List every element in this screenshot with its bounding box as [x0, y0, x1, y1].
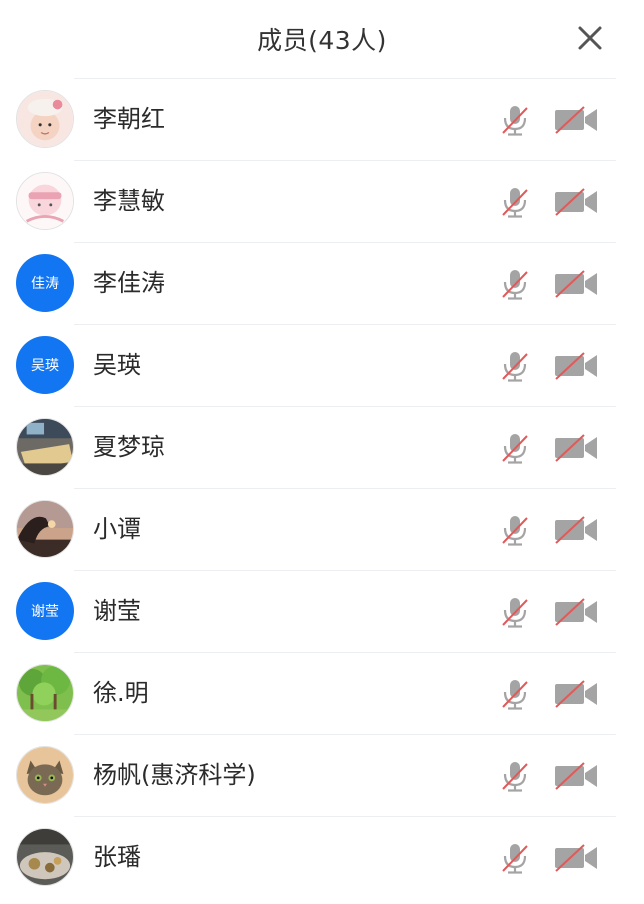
avatar: 谢莹: [16, 582, 74, 640]
close-icon[interactable]: [574, 22, 606, 54]
avatar: [16, 500, 74, 558]
member-row[interactable]: 张璠: [0, 816, 644, 898]
member-row[interactable]: 佳涛 李佳涛: [0, 242, 644, 324]
avatar: 佳涛: [16, 254, 74, 312]
members-header: 成员(43人): [0, 0, 644, 78]
camera-off-icon[interactable]: [553, 187, 599, 217]
mic-off-icon[interactable]: [498, 677, 532, 711]
member-name: 李佳涛: [93, 269, 165, 297]
member-row[interactable]: 谢莹 谢莹: [0, 570, 644, 652]
avatar: [16, 746, 74, 804]
mic-off-icon[interactable]: [498, 103, 532, 137]
avatar: 吴瑛: [16, 336, 74, 394]
member-name: 李慧敏: [93, 187, 165, 215]
avatar: [16, 828, 74, 886]
member-row[interactable]: 徐.明: [0, 652, 644, 734]
mic-off-icon[interactable]: [498, 759, 532, 793]
member-row[interactable]: 夏梦琼: [0, 406, 644, 488]
mic-off-icon[interactable]: [498, 431, 532, 465]
avatar: [16, 418, 74, 476]
avatar: [16, 90, 74, 148]
avatar: [16, 664, 74, 722]
member-row[interactable]: 李慧敏: [0, 160, 644, 242]
mic-off-icon[interactable]: [498, 841, 532, 875]
camera-off-icon[interactable]: [553, 351, 599, 381]
member-row[interactable]: 小谭: [0, 488, 644, 570]
camera-off-icon[interactable]: [553, 761, 599, 791]
member-row[interactable]: 杨帆(惠济科学): [0, 734, 644, 816]
member-name: 张璠: [93, 843, 141, 871]
page-title: 成员(43人): [257, 26, 387, 55]
camera-off-icon[interactable]: [553, 105, 599, 135]
member-row[interactable]: 李朝红: [0, 78, 644, 160]
member-row[interactable]: 吴瑛 吴瑛: [0, 324, 644, 406]
member-name: 李朝红: [93, 105, 165, 133]
camera-off-icon[interactable]: [553, 515, 599, 545]
camera-off-icon[interactable]: [553, 597, 599, 627]
mic-off-icon[interactable]: [498, 349, 532, 383]
mic-off-icon[interactable]: [498, 185, 532, 219]
member-name: 谢莹: [93, 597, 141, 625]
mic-off-icon[interactable]: [498, 267, 532, 301]
member-name: 小谭: [93, 515, 141, 543]
camera-off-icon[interactable]: [553, 843, 599, 873]
member-list: 李朝红 李慧敏 佳涛 李佳涛 吴瑛 吴瑛 夏梦琼 小谭 谢莹 谢莹 徐.明 杨帆…: [0, 78, 644, 898]
mic-off-icon[interactable]: [498, 595, 532, 629]
camera-off-icon[interactable]: [553, 433, 599, 463]
member-name: 徐.明: [93, 679, 149, 707]
camera-off-icon[interactable]: [553, 269, 599, 299]
member-name: 杨帆(惠济科学): [93, 761, 256, 789]
member-name: 吴瑛: [93, 351, 141, 379]
member-name: 夏梦琼: [93, 433, 165, 461]
mic-off-icon[interactable]: [498, 513, 532, 547]
camera-off-icon[interactable]: [553, 679, 599, 709]
avatar: [16, 172, 74, 230]
